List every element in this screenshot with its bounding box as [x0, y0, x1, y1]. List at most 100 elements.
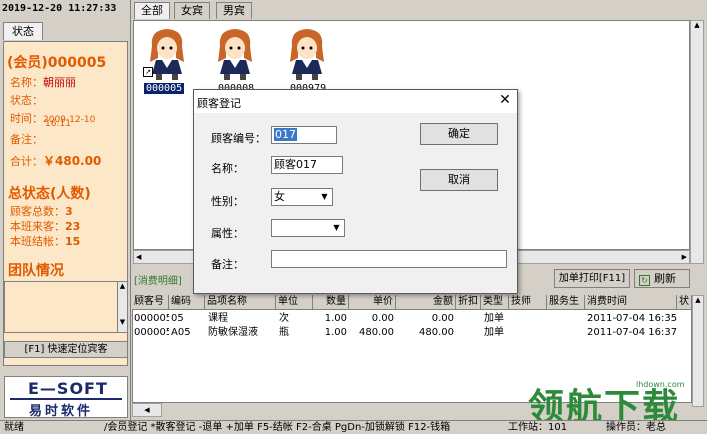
col-header[interactable]: 金额 — [396, 295, 456, 310]
table-cell: 1.00 — [324, 327, 347, 338]
table-cell: 次 — [279, 313, 289, 324]
team-title: 团队情况 — [8, 263, 64, 279]
col-header[interactable]: 编码 — [169, 295, 205, 310]
table-vscroll[interactable]: ▲ — [692, 295, 704, 407]
table-cell: 2011-07-04 16:37 — [587, 327, 677, 338]
total-row: 合计：￥480.00 — [10, 152, 101, 169]
gender-select[interactable]: 女 ▼ — [271, 188, 333, 206]
time-label: 时间： — [10, 112, 43, 125]
note-label: 备注： — [10, 133, 43, 146]
tab-male[interactable]: 男宾 — [216, 2, 252, 19]
guest-id-000005[interactable]: 000005 — [144, 83, 185, 94]
attr-select[interactable]: ▼ — [271, 219, 345, 237]
status-workstation: 工作站：101 — [508, 422, 568, 433]
status-ready: 就绪 — [4, 422, 24, 433]
col-header[interactable]: 消费时间 — [585, 295, 677, 310]
tab-female[interactable]: 女宾 — [174, 2, 210, 19]
refresh-label: 刷新 — [654, 272, 676, 285]
scroll-up-icon[interactable]: ▲ — [118, 282, 127, 290]
code-label: 顾客编号： — [211, 132, 266, 145]
guest-total-value: 3 — [65, 205, 73, 218]
guest-avatar-icon[interactable] — [282, 24, 332, 84]
table-cell: 2011-07-04 16:35 — [587, 313, 677, 324]
table-cell: A05 — [171, 327, 191, 338]
guest-grid-vscroll[interactable]: ▲ — [690, 20, 704, 264]
table-cell: 加单 — [484, 313, 504, 324]
dialog-title: 顾客登记 — [197, 97, 241, 110]
col-header[interactable]: 状 — [677, 295, 692, 310]
logo-text: E—SOFT — [28, 379, 108, 398]
table-cell: 480.00 — [419, 327, 454, 338]
table-cell: 05 — [171, 313, 184, 324]
attr-label: 属性： — [211, 227, 244, 240]
col-header[interactable]: 类型 — [481, 295, 509, 310]
col-header[interactable]: 品项名称 — [205, 295, 276, 310]
quick-locate-button[interactable]: [F1] 快速定位宾客 — [4, 341, 128, 358]
watermark-url: lhdown.com — [636, 380, 685, 389]
table-cell: 防敏保湿液 — [208, 327, 258, 338]
close-icon[interactable]: ✕ — [497, 93, 513, 109]
table-hscroll[interactable]: ◀ — [132, 403, 162, 417]
col-header[interactable]: 技师 — [509, 295, 547, 310]
scroll-right-icon[interactable]: ▶ — [682, 253, 687, 261]
shift-in-row: 本班来客：23 — [10, 218, 80, 234]
cancel-button[interactable]: 取消 — [420, 169, 498, 191]
scroll-left-icon[interactable]: ◀ — [133, 404, 161, 416]
summary-title: 总状态(人数) — [8, 186, 91, 202]
shift-in-label: 本班来客： — [10, 220, 65, 233]
col-header[interactable]: 服务生 — [547, 295, 585, 310]
status-operator: 操作员：老总 — [606, 422, 666, 433]
add-print-button[interactable]: 加单打印[F11] — [554, 269, 630, 288]
state-label: 状态： — [10, 94, 43, 107]
chevron-down-icon[interactable]: ▼ — [317, 189, 332, 205]
scroll-up-icon[interactable]: ▲ — [693, 296, 703, 304]
guest-total-row: 顾客总数：3 — [10, 203, 73, 219]
member-id: (会员)000005 — [7, 55, 107, 71]
table-cell: 0.00 — [371, 313, 394, 324]
refresh-button[interactable]: ↻ 刷新 — [634, 269, 690, 288]
scroll-up-icon[interactable]: ▲ — [691, 21, 703, 29]
col-header[interactable]: 单位 — [276, 295, 313, 310]
name-field-label: 名称： — [211, 162, 244, 175]
col-header[interactable]: 顾客号 — [132, 295, 169, 310]
guest-total-label: 顾客总数： — [10, 205, 65, 218]
table-cell: 000005 — [134, 313, 169, 324]
table-cell: 0.00 — [431, 313, 454, 324]
table-cell: 480.00 — [359, 327, 394, 338]
table-cell: 000005 — [134, 327, 169, 338]
name-row: 名称：朝丽丽 — [10, 74, 76, 90]
tab-all[interactable]: 全部 — [134, 2, 170, 19]
shift-out-value: 15 — [65, 235, 81, 248]
col-header[interactable]: 单价 — [349, 295, 396, 310]
name-label: 名称： — [10, 76, 43, 89]
code-field[interactable]: 017 — [271, 126, 337, 144]
col-header[interactable]: 折扣 — [456, 295, 481, 310]
team-scrollbar[interactable]: ▲ ▼ — [117, 281, 128, 333]
shift-in-value: 23 — [65, 220, 81, 233]
tab-status[interactable]: 状态 — [3, 22, 43, 40]
table-cell: 加单 — [484, 327, 504, 338]
refresh-icon: ↻ — [639, 275, 650, 286]
scroll-down-icon[interactable]: ▼ — [118, 318, 127, 326]
ok-button[interactable]: 确定 — [420, 123, 498, 145]
col-header[interactable]: 数量 — [313, 295, 349, 310]
gender-label: 性别： — [211, 195, 244, 208]
total-label: 合计： — [10, 155, 43, 168]
chevron-down-icon[interactable]: ▼ — [329, 220, 344, 236]
table-cell: 1.00 — [324, 313, 347, 324]
guest-avatar-icon[interactable] — [210, 24, 260, 84]
gender-value: 女 — [274, 190, 285, 203]
shift-out-label: 本班结帐： — [10, 235, 65, 248]
name-field[interactable]: 顾客017 — [271, 156, 343, 174]
time-clock: 16:11 — [45, 119, 71, 129]
status-hint: /会员登记 *散客登记 -退单 +加单 F5-结帐 F2-合桌 PgDn-加锁解… — [104, 422, 451, 433]
scroll-left-icon[interactable]: ◀ — [136, 253, 141, 261]
name-value: 朝丽丽 — [43, 76, 76, 89]
total-value: ￥480.00 — [43, 154, 102, 168]
logo-subtext: 易时软件 — [29, 404, 94, 419]
code-value: 017 — [274, 128, 297, 141]
shortcut-icon: ↗ — [143, 67, 153, 77]
note-field[interactable] — [271, 250, 507, 268]
dialog-titlebar[interactable] — [194, 90, 517, 113]
team-list[interactable] — [4, 281, 118, 333]
